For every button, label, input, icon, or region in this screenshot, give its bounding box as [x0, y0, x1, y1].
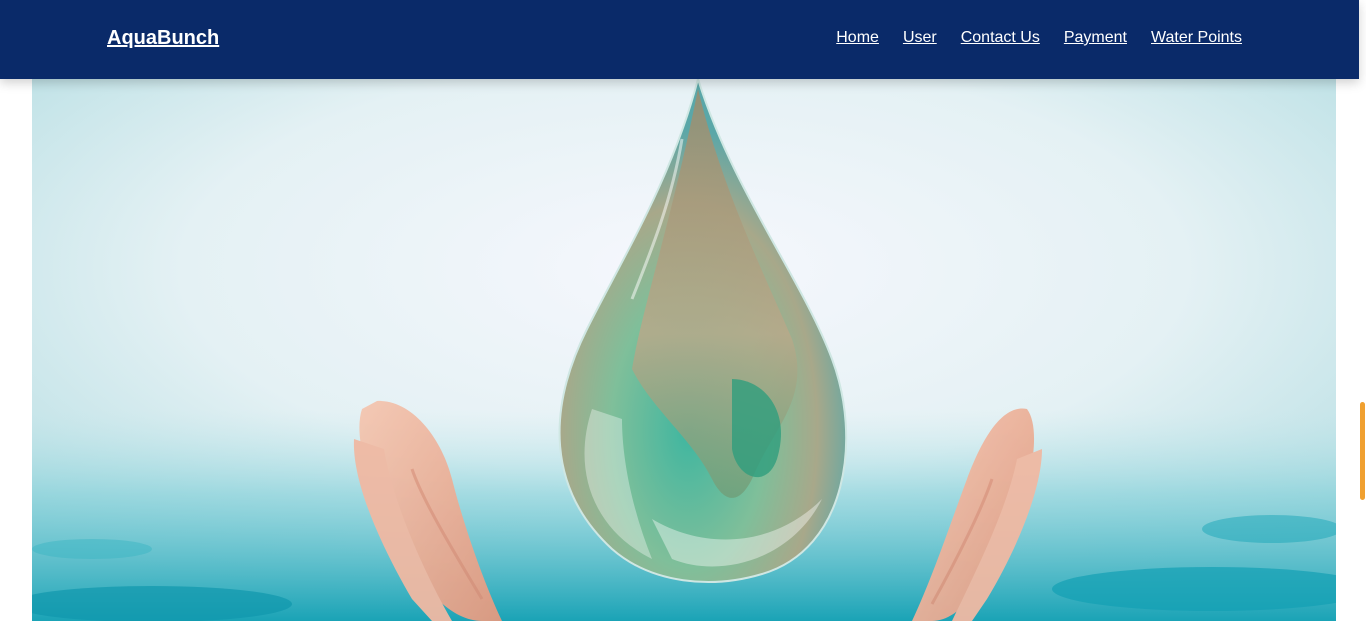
nav-link-user[interactable]: User [903, 29, 937, 47]
nav-link-contact-us[interactable]: Contact Us [961, 29, 1040, 47]
hero-banner [32, 79, 1336, 621]
earth-water-drop-in-hands-image [32, 79, 1336, 621]
nav-link-water-points[interactable]: Water Points [1151, 29, 1242, 47]
main-nav: Home User Contact Us Payment Water Point… [836, 29, 1242, 47]
scroll-indicator[interactable] [1360, 402, 1365, 500]
nav-link-payment[interactable]: Payment [1064, 29, 1127, 47]
top-navbar: AquaBunch Home User Contact Us Payment W… [0, 0, 1359, 79]
brand-logo-link[interactable]: AquaBunch [107, 27, 219, 50]
nav-link-home[interactable]: Home [836, 29, 879, 47]
